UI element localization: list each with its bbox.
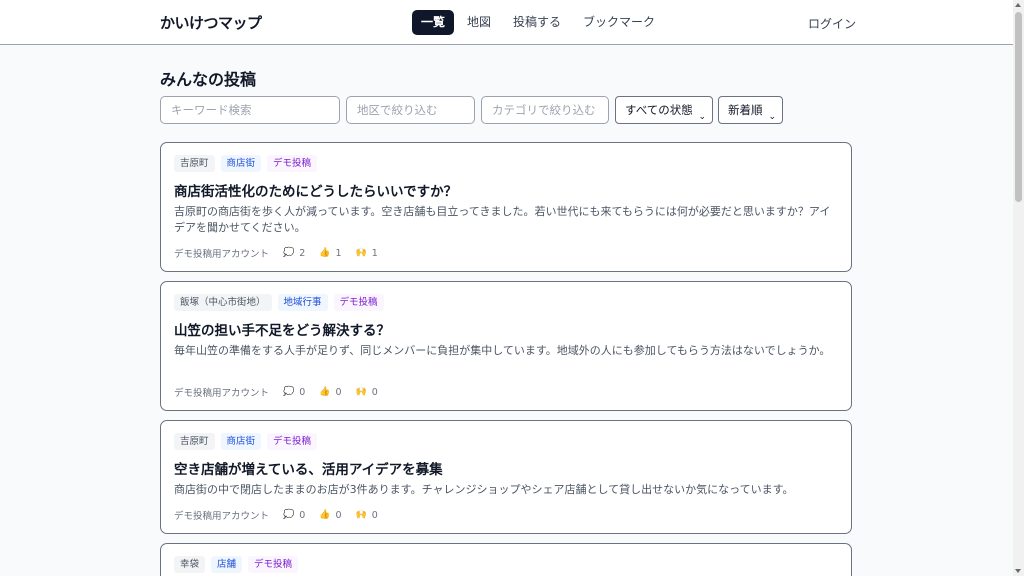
clap-icon: 🙌 (355, 387, 367, 397)
comment-icon: 💭 (283, 510, 295, 520)
demo-tag: デモ投稿 (248, 556, 299, 573)
demo-tag: デモ投稿 (267, 433, 318, 450)
post-card[interactable]: 飯塚（中心市街地） 地域行事 デモ投稿 山笠の担い手不足をどう解決する？ 毎年山… (160, 281, 852, 411)
like-count: 👍 1 (319, 248, 341, 259)
keyword-search-input[interactable]: キーワード検索 (160, 96, 340, 124)
post-card[interactable]: 幸袋 店舗 デモ投稿 (160, 543, 852, 576)
like-count: 👍 0 (319, 387, 341, 398)
clap-count-value: 0 (371, 386, 378, 398)
main-nav: 一覧 地図 投稿する ブックマーク (412, 10, 664, 35)
clap-icon: 🙌 (355, 510, 367, 520)
status-select-value: すべての状態 (625, 103, 693, 117)
post-title[interactable]: 商店街活性化のためにどうしたらいいですか？ (174, 180, 457, 200)
category-tag: 地域行事 (277, 294, 328, 311)
area-tag: 飯塚（中心市街地） (174, 294, 272, 311)
clap-icon: 🙌 (355, 248, 367, 258)
area-tag: 吉原町 (174, 433, 215, 450)
post-author: デモ投稿用アカウント (174, 249, 270, 260)
like-count: 👍 0 (319, 510, 341, 521)
thumbs-up-icon: 👍 (319, 387, 331, 397)
page-title: みんなの投稿 (160, 70, 257, 89)
thumbs-up-icon: 👍 (319, 510, 331, 520)
comment-count: 💭 0 (283, 510, 305, 521)
comment-count-value: 2 (299, 247, 306, 259)
clap-count: 🙌 1 (356, 248, 378, 259)
post-tags: 飯塚（中心市街地） 地域行事 デモ投稿 (174, 294, 384, 311)
post-body: 吉原町の商店街を歩く人が減っています。空き店舗も目立ってきました。若い世代にも来… (174, 205, 831, 234)
clap-count-value: 0 (371, 509, 378, 521)
post-author: デモ投稿用アカウント (174, 388, 270, 399)
post-card[interactable]: 吉原町 商店街 デモ投稿 商店街活性化のためにどうしたらいいですか？ 吉原町の商… (160, 142, 852, 272)
post-meta: デモ投稿用アカウント 💭 2 👍 1 🙌 1 (174, 246, 392, 261)
post-tags: 吉原町 商店街 デモ投稿 (174, 155, 318, 172)
login-link[interactable]: ログイン (808, 15, 856, 32)
post-body: 毎年山笠の準備をする人手が足りず、同じメンバーに負担が集中しています。地域外の人… (174, 344, 831, 357)
category-tag: 店舗 (211, 556, 243, 573)
nav-item-map[interactable]: 地図 (458, 10, 500, 35)
comment-icon: 💭 (283, 248, 295, 258)
chevron-down-icon: ⌄ (768, 112, 776, 122)
comment-count-value: 0 (299, 509, 306, 521)
thumbs-up-icon: 👍 (319, 248, 331, 258)
chevron-down-icon: ⌄ (698, 112, 706, 122)
comment-icon: 💭 (283, 387, 295, 397)
demo-tag: デモ投稿 (267, 155, 318, 172)
top-header: かいけつマップ 一覧 地図 投稿する ブックマーク ログイン (0, 0, 1013, 45)
category-filter-input[interactable]: カテゴリで絞り込む (481, 96, 609, 124)
category-tag: 商店街 (220, 155, 262, 172)
like-count-value: 0 (335, 386, 342, 398)
like-count-value: 0 (335, 509, 342, 521)
scroll-down-arrow-icon[interactable] (1015, 569, 1021, 573)
scroll-thumb[interactable] (1015, 12, 1022, 202)
post-tags: 吉原町 商店街 デモ投稿 (174, 433, 318, 450)
post-body: 商店街の中で閉店したままのお店が3件あります。チャレンジショップやシェア店舗とし… (174, 483, 794, 496)
page-scrollbar[interactable] (1013, 0, 1024, 576)
comment-count: 💭 2 (283, 248, 305, 259)
post-card[interactable]: 吉原町 商店街 デモ投稿 空き店舗が増えている、活用アイデアを募集 商店街の中で… (160, 420, 852, 534)
area-tag: 吉原町 (174, 155, 215, 172)
scroll-up-arrow-icon[interactable] (1015, 3, 1021, 7)
clap-count: 🙌 0 (356, 387, 378, 398)
area-filter-input[interactable]: 地区で絞り込む (346, 96, 475, 124)
status-select[interactable]: すべての状態 ⌄ (615, 96, 713, 124)
post-title[interactable]: 空き店舗が増えている、活用アイデアを募集 (174, 458, 443, 478)
like-count-value: 1 (335, 247, 342, 259)
post-author: デモ投稿用アカウント (174, 511, 270, 522)
post-tags: 幸袋 店舗 デモ投稿 (174, 556, 299, 573)
sort-select-value: 新着順 (728, 103, 763, 117)
clap-count-value: 1 (371, 247, 378, 259)
clap-count: 🙌 0 (356, 510, 378, 521)
brand-logo-text[interactable]: かいけつマップ (160, 12, 262, 33)
category-tag: 商店街 (220, 433, 262, 450)
comment-count-value: 0 (299, 386, 306, 398)
sort-select[interactable]: 新着順 ⌄ (718, 96, 783, 124)
post-meta: デモ投稿用アカウント 💭 0 👍 0 🙌 0 (174, 508, 392, 523)
nav-item-list[interactable]: 一覧 (412, 10, 455, 35)
demo-tag: デモ投稿 (333, 294, 384, 311)
post-meta: デモ投稿用アカウント 💭 0 👍 0 🙌 0 (174, 385, 392, 400)
post-title[interactable]: 山笠の担い手不足をどう解決する？ (174, 319, 390, 339)
area-tag: 幸袋 (174, 556, 206, 573)
nav-item-post[interactable]: 投稿する (504, 10, 570, 35)
comment-count: 💭 0 (283, 387, 305, 398)
nav-item-bookmarks[interactable]: ブックマーク (574, 10, 664, 35)
